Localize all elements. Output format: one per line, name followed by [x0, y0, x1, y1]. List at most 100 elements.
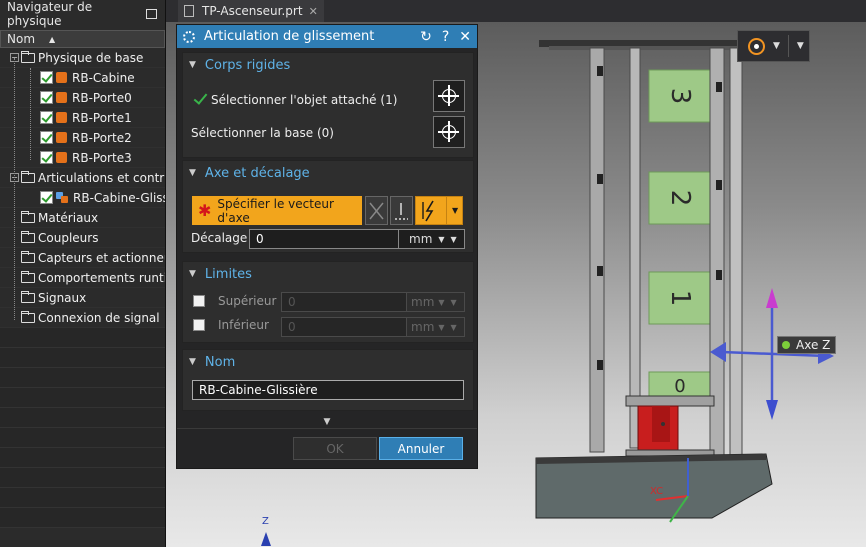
snap-point-icon[interactable] [748, 37, 765, 55]
select-attached-button[interactable] [433, 80, 465, 112]
vector-type-dropdown-icon[interactable]: ▼ [446, 197, 458, 224]
reverse-direction-icon [369, 202, 384, 220]
folder-icon [21, 310, 35, 323]
maximize-icon[interactable] [146, 9, 157, 19]
axis-z-tag[interactable]: Axe Z [777, 336, 837, 354]
tree-item[interactable]: − Physique de base [0, 48, 165, 68]
visibility-checkbox[interactable] [40, 131, 53, 144]
tree-item[interactable]: Capteurs et actionneur [0, 248, 165, 268]
bracket [597, 66, 603, 76]
rigid-body-icon [56, 152, 67, 163]
empty-row [0, 368, 165, 388]
axis-offset-header[interactable]: ▼ Axe et décalage [183, 161, 473, 185]
tree-item-label: Comportements runtir [38, 270, 165, 285]
lower-unit-label: mm [411, 320, 435, 334]
select-base-button[interactable] [433, 116, 465, 148]
tree-item-label: Coupleurs [38, 230, 99, 245]
tree-item[interactable]: Coupleurs [0, 228, 165, 248]
tree-item-label: RB-Porte1 [72, 110, 132, 125]
empty-row [0, 348, 165, 368]
folder-icon [21, 290, 35, 303]
tree-guide-line [30, 68, 31, 160]
specify-axis-vector[interactable]: ✱ Spécifier le vecteur d'axe [192, 196, 362, 225]
help-icon[interactable]: ? [442, 29, 449, 45]
close-dialog-icon[interactable]: ✕ [459, 29, 471, 45]
tree-item[interactable]: Matériaux [0, 208, 165, 228]
part-file-icon [184, 5, 194, 17]
crosshair-icon [438, 121, 459, 142]
limits-header[interactable]: ▼ Limites [183, 262, 473, 286]
z-label: Z [262, 516, 269, 527]
collapse-icon: ▼ [189, 357, 196, 367]
bracket [716, 270, 722, 280]
axis-point-icon [782, 341, 790, 349]
more-dropdown-icon[interactable]: ▼ [797, 41, 804, 51]
complete-check-icon [193, 90, 208, 105]
axis-offset-title: Axe et décalage [204, 165, 310, 181]
visibility-checkbox[interactable] [40, 191, 53, 204]
rigid-body-icon [56, 72, 67, 83]
gear-icon [183, 30, 195, 43]
slider-joint-icon [56, 191, 69, 204]
vector-dialog-button[interactable] [390, 196, 413, 225]
column-left-front [629, 47, 641, 449]
folder-icon [21, 170, 35, 183]
folder-icon [21, 250, 35, 263]
name-title: Nom [204, 354, 236, 370]
bracket [597, 266, 603, 276]
tree-item[interactable]: Connexion de signal [0, 308, 165, 328]
joint-name-input[interactable]: RB-Cabine-Glissière [192, 380, 464, 400]
xc-label: XC [650, 486, 663, 497]
tree-item-label: Physique de base [38, 50, 144, 65]
close-tab-icon[interactable]: ✕ [309, 5, 318, 18]
empty-row [0, 428, 165, 448]
tree-item-label: Connexion de signal [38, 310, 160, 325]
tree-item[interactable]: RB-Porte1 [0, 108, 165, 128]
dialog-title: Articulation de glissement [204, 29, 375, 44]
chevron-down-icon: ▼ [450, 322, 457, 332]
tree-item[interactable]: Signaux [0, 288, 165, 308]
navigator-title-bar: Navigateur de physique [0, 0, 165, 28]
axis-arrow-head-down [766, 400, 778, 420]
tree-item[interactable]: RB-Porte0 [0, 88, 165, 108]
select-attached-label: Sélectionner l'objet attaché (1) [211, 93, 398, 107]
tab-tp-ascenseur[interactable]: TP-Ascenseur.prt ✕ [178, 0, 324, 22]
axis-arrow-head-up [766, 288, 778, 308]
offset-unit-select[interactable]: mm ▼ ▼ [399, 229, 465, 249]
lower-limit-checkbox[interactable] [193, 319, 205, 331]
offset-input[interactable]: 0 [249, 229, 399, 249]
visibility-checkbox[interactable] [40, 151, 53, 164]
tree-item[interactable]: − Articulations et contrai [0, 168, 165, 188]
tree-item[interactable]: RB-Porte3 [0, 148, 165, 168]
rigid-bodies-header[interactable]: ▼ Corps rigides [183, 53, 473, 77]
tree-item[interactable]: Comportements runtir [0, 268, 165, 288]
tree-item[interactable]: RB-Porte2 [0, 128, 165, 148]
inferred-vector-button[interactable]: ▼ [415, 196, 463, 225]
bracket [716, 82, 722, 92]
empty-row [0, 488, 165, 508]
column-header-name[interactable]: Nom ▲ [0, 30, 165, 48]
visibility-checkbox[interactable] [40, 71, 53, 84]
chevron-down-icon: ▼ [438, 234, 445, 244]
empty-row [0, 408, 165, 428]
snap-dropdown-icon[interactable]: ▼ [773, 41, 780, 51]
upper-limit-checkbox[interactable] [193, 295, 205, 307]
empty-row [0, 388, 165, 408]
name-header[interactable]: ▼ Nom [183, 350, 473, 374]
visibility-checkbox[interactable] [40, 91, 53, 104]
more-options-toggle[interactable]: ▼ [177, 415, 477, 429]
lightning-vector-icon [422, 200, 434, 222]
visibility-checkbox[interactable] [40, 111, 53, 124]
tree-item-label: Signaux [38, 290, 87, 305]
reverse-direction-button[interactable] [365, 196, 388, 225]
reset-icon[interactable]: ↻ [420, 29, 432, 45]
tree-item[interactable]: RB-Cabine-Gliss [0, 188, 165, 208]
ok-button[interactable]: OK [293, 437, 377, 460]
cabin-handle [661, 422, 665, 426]
limits-title: Limites [204, 266, 252, 282]
cancel-button[interactable]: Annuler [379, 437, 463, 460]
tree-item-label: RB-Porte0 [72, 90, 132, 105]
tree-item[interactable]: RB-Cabine [0, 68, 165, 88]
snap-point-toolbar[interactable]: ▼ ▼ [737, 30, 810, 62]
dialog-title-bar[interactable]: Articulation de glissement ↻ ? ✕ [177, 25, 477, 48]
